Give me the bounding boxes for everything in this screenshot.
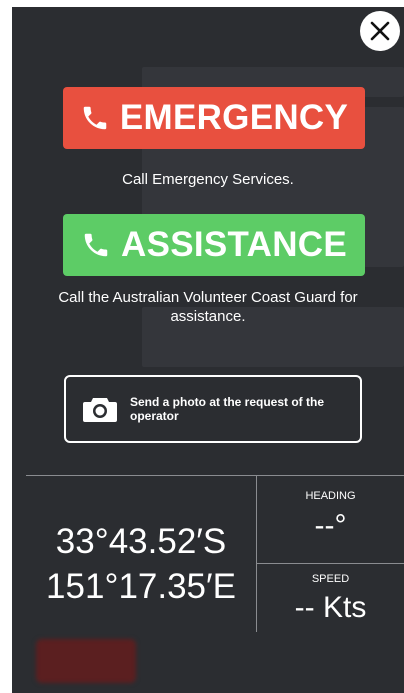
heading-value: --° [314,509,347,542]
emergency-label: EMERGENCY [119,98,349,137]
phone-icon [81,230,111,260]
assistance-label: ASSISTANCE [121,225,347,264]
speed-label: SPEED [311,573,350,585]
sos-overlay: EMERGENCY Call Emergency Services. ASSIS… [12,7,404,693]
send-photo-label: Send a photo at the request of the opera… [130,395,325,423]
phone-icon [80,103,110,133]
heading-label: HEADING [305,490,356,502]
emergency-caption: Call Emergency Services. [122,171,294,188]
speed-value: -- Kts [294,591,367,624]
close-button[interactable] [360,11,400,51]
longitude-value: 151°17.35′E [46,567,236,606]
send-photo-button[interactable]: Send a photo at the request of the opera… [64,375,362,443]
close-icon [369,20,391,42]
background-shape [36,639,136,683]
divider [257,563,404,564]
camera-icon [82,395,118,423]
emergency-button[interactable]: EMERGENCY [63,87,365,149]
assistance-button[interactable]: ASSISTANCE [63,214,365,276]
latitude-value: 33°43.52′S [55,522,227,561]
divider [26,475,404,476]
assistance-caption: Call the Australian Volunteer Coast Guar… [58,289,358,325]
